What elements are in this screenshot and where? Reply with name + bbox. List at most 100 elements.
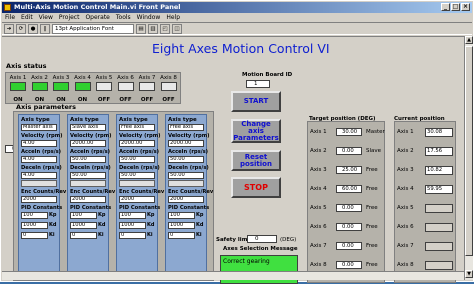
current-row: Axis 5 (397, 204, 455, 213)
stop-button[interactable]: STOP (231, 177, 281, 198)
kp-control[interactable]: 100 (70, 212, 97, 219)
menu-file[interactable]: File (5, 13, 15, 22)
target-control[interactable]: 30.00 (336, 128, 362, 136)
current-row: Axis 2 17.56 (397, 147, 455, 156)
horizontal-scrollbar[interactable] (2, 271, 464, 280)
axis-type-select[interactable]: Master axis (21, 124, 57, 131)
ki-control[interactable]: 0 (21, 232, 48, 239)
axis-type-label: Axis type (119, 117, 148, 123)
axis-type-select[interactable]: Slave axis (70, 124, 106, 131)
divider (70, 180, 106, 187)
axis-type-select[interactable]: Free axis (119, 124, 155, 131)
scroll-up-icon[interactable]: ▲ (465, 36, 473, 44)
pause-icon[interactable]: ‖ (40, 23, 50, 34)
velocity-control[interactable]: 2000.00 (168, 140, 204, 147)
font-selector[interactable]: 13pt Application Font (52, 23, 134, 34)
axis-param-cluster: Axis type Master axis Velocity (rpm) 4.00 Ac… (18, 114, 66, 278)
axis-led-5: Axis 5 OFF (95, 75, 113, 103)
align-icon[interactable]: ▤ (136, 23, 146, 34)
deceleration-control[interactable]: 50.00 (168, 172, 204, 179)
kp-control[interactable]: 100 (119, 212, 146, 219)
target-control[interactable]: 0.00 (336, 223, 362, 231)
target-control[interactable]: 0.00 (336, 261, 362, 269)
menu-tools[interactable]: Tools (116, 13, 131, 22)
deceleration-control[interactable]: 50.00 (119, 172, 155, 179)
acceleration-control[interactable]: 50.00 (70, 156, 106, 163)
velocity-control[interactable]: 4.00 (21, 140, 57, 147)
encoder-control[interactable]: 2000 (21, 196, 57, 203)
target-row: Axis 5 0.00 Free (310, 204, 386, 213)
axis-type-select[interactable]: Free axis (168, 124, 204, 131)
menu-operate[interactable]: Operate (85, 13, 109, 22)
page-title: Eight Axes Motion Control VI (152, 41, 330, 56)
target-control[interactable]: 0.00 (336, 147, 362, 155)
velocity-label: Velocity (rpm) (70, 133, 112, 139)
encoder-control[interactable]: 2000 (119, 196, 155, 203)
kp-control[interactable]: 100 (168, 212, 195, 219)
axis-type-label: Axis type (168, 117, 197, 123)
kd-control[interactable]: 1000 (168, 222, 195, 229)
ki-control[interactable]: 0 (119, 232, 146, 239)
acceleration-label: Acceln (rps/s) (119, 149, 160, 155)
menu-view[interactable]: View (39, 13, 53, 22)
menu-edit[interactable]: Edit (21, 13, 33, 22)
led-caption: Axis 7 (138, 75, 156, 81)
reset-position-button[interactable]: Reset position (231, 150, 281, 171)
current-row: Axis 8 (397, 261, 455, 270)
abort-icon[interactable]: ● (28, 23, 38, 34)
velocity-label: Velocity (rpm) (119, 133, 161, 139)
acceleration-control[interactable]: 50.00 (119, 156, 155, 163)
reorder-icon[interactable]: ◫ (172, 23, 182, 34)
run-arrow-icon[interactable]: ➔ (4, 23, 14, 34)
kp-control[interactable]: 100 (21, 212, 48, 219)
acceleration-control[interactable]: 4.00 (21, 156, 57, 163)
current-indicator (425, 204, 453, 213)
axis-label: Axis 7 (397, 243, 414, 249)
ki-control[interactable]: 0 (168, 232, 195, 239)
menu-window[interactable]: Window (137, 13, 161, 22)
board-id-control[interactable]: 1 (246, 80, 270, 88)
deceleration-control[interactable]: 4.00 (21, 172, 57, 179)
maximize-button[interactable]: □ (451, 3, 460, 11)
vertical-scrollbar[interactable]: ▲ ▼ (464, 36, 473, 280)
menu-project[interactable]: Project (59, 13, 80, 22)
kp-tag: Kp (196, 212, 204, 218)
axis-label: Axis 4 (397, 186, 414, 192)
encoder-control[interactable]: 2000 (168, 196, 204, 203)
close-button[interactable]: × (461, 3, 470, 11)
safety-limit-control[interactable]: 0 (247, 235, 277, 243)
run-continuously-icon[interactable]: ⟳ (16, 23, 26, 34)
deceleration-control[interactable]: 50.00 (70, 172, 106, 179)
window: Multi-Axis Motion Control Main.vi Front … (0, 0, 474, 284)
menu-help[interactable]: Help (166, 13, 180, 22)
kd-control[interactable]: 1000 (70, 222, 97, 229)
target-control[interactable]: 25.00 (336, 166, 362, 174)
kp-tag: Kp (98, 212, 106, 218)
axis-mode: Free (366, 243, 378, 249)
velocity-control[interactable]: 2000.00 (119, 140, 155, 147)
axis-params-label: Axis parameters (16, 103, 76, 111)
target-control[interactable]: 60.00 (336, 185, 362, 193)
distribute-icon[interactable]: ▥ (148, 23, 158, 34)
target-control[interactable]: 0.00 (336, 204, 362, 212)
resize-icon[interactable]: ◰ (160, 23, 170, 34)
axis-params-array: Axis type Master axis Velocity (rpm) 4.00 Ac… (13, 111, 214, 281)
start-button[interactable]: START (231, 91, 281, 112)
scroll-down-icon[interactable]: ▼ (465, 270, 473, 278)
acceleration-control[interactable]: 50.00 (168, 156, 204, 163)
minimize-button[interactable]: _ (441, 3, 450, 11)
velocity-control[interactable]: 2000.00 (70, 140, 106, 147)
deceleration-label: Deceln (rps/s) (21, 165, 62, 171)
encoder-control[interactable]: 2000 (70, 196, 106, 203)
change-params-button[interactable]: Change axis Parameters (231, 119, 281, 143)
kd-control[interactable]: 1000 (21, 222, 48, 229)
target-row: Axis 3 25.00 Free (310, 166, 386, 175)
kd-control[interactable]: 1000 (119, 222, 146, 229)
target-control[interactable]: 0.00 (336, 242, 362, 250)
acceleration-label: Acceln (rps/s) (70, 149, 111, 155)
led-state: OFF (162, 97, 175, 103)
scroll-thumb[interactable] (465, 46, 473, 256)
current-position-panel: Axis 1 30.08 Axis 2 17.56 Axis 3 10.82 Axis 4 5… (394, 121, 456, 283)
ki-control[interactable]: 0 (70, 232, 97, 239)
divider (168, 180, 204, 187)
